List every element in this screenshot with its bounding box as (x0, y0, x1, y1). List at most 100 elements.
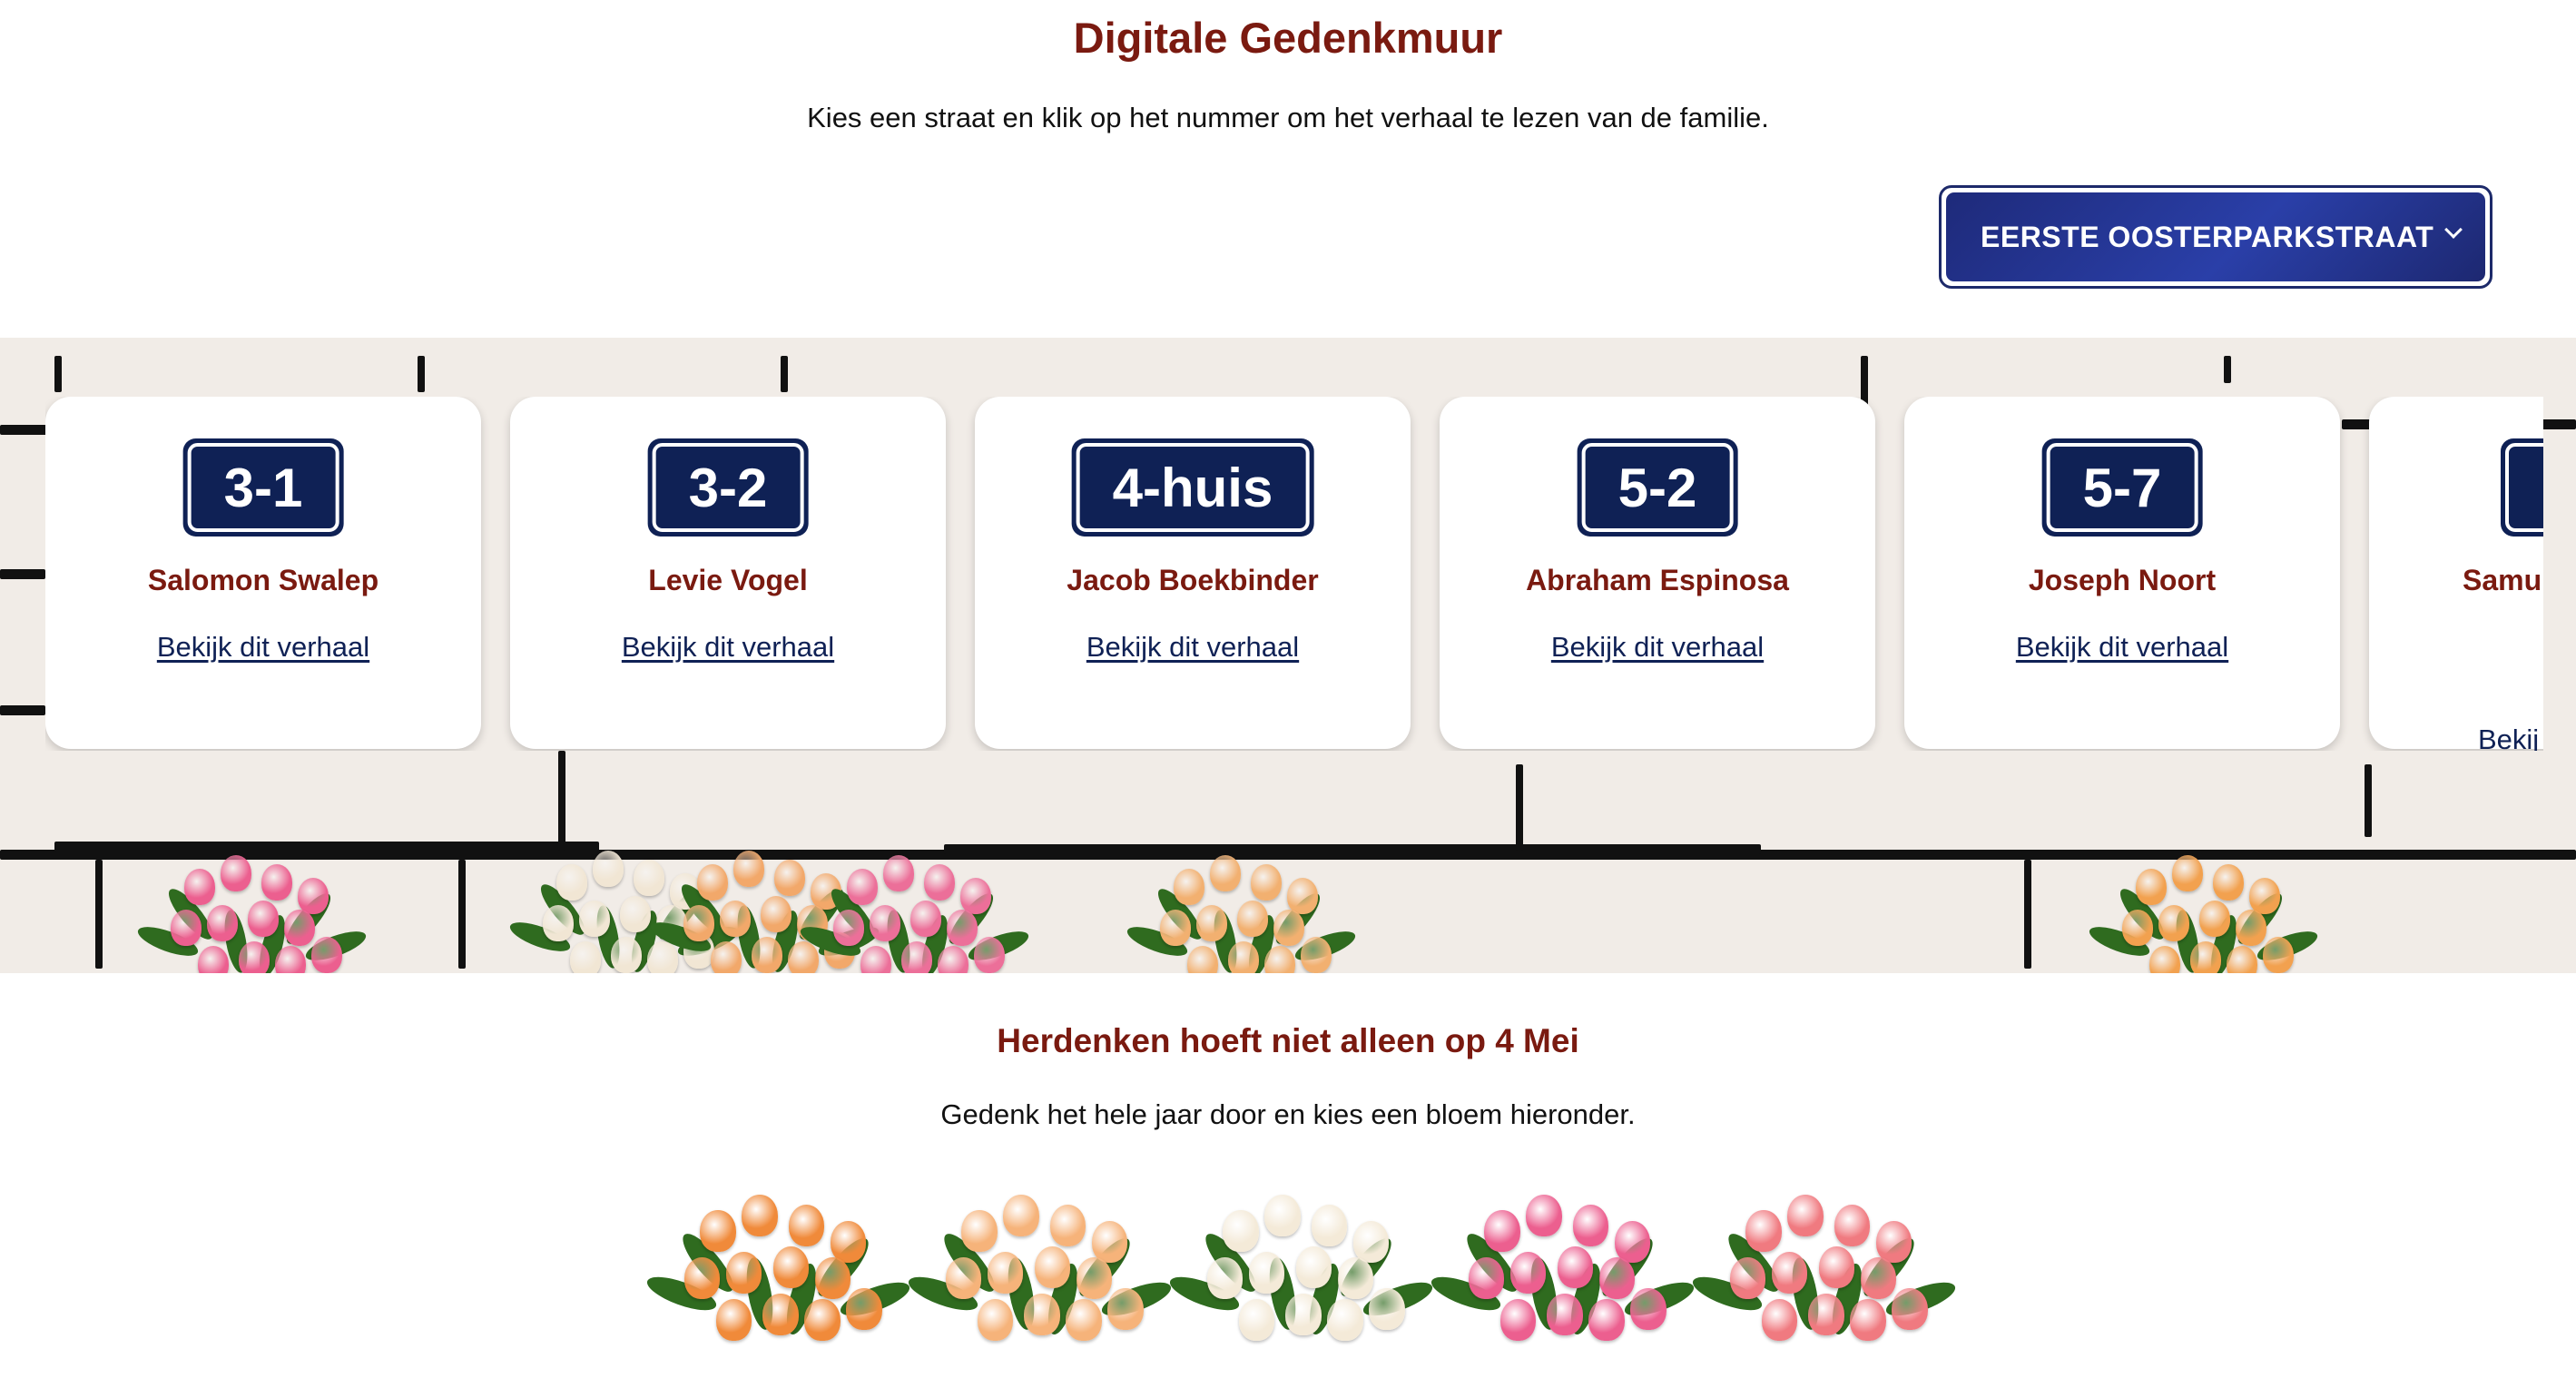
tulip-head (634, 860, 664, 896)
view-story-link[interactable]: Bekijk dit verhaal (1904, 631, 2340, 664)
street-select-value: EERSTE OOSTERPARKSTRAAT (1981, 220, 2434, 253)
rose-tulip-bouquet-icon[interactable] (1688, 1171, 1959, 1389)
tulip-head (946, 1256, 982, 1299)
house-cards-carousel[interactable]: 3-1 Salomon Swalep Bekijk dit verhaal 3-… (45, 397, 2543, 751)
family-name: Salomon Swalep (147, 564, 379, 596)
tulip-head (171, 910, 202, 946)
tulip-head (1187, 946, 1218, 973)
brick-joint (2024, 860, 2031, 969)
tulip-head (1273, 910, 1304, 946)
tulip-head (1237, 901, 1268, 937)
tulip-head (1312, 1205, 1348, 1247)
family-name: Samu (2463, 564, 2542, 596)
view-story-link[interactable]: Bekij (2478, 724, 2539, 751)
tulip-head (789, 1205, 825, 1247)
house-number-sign[interactable]: 4-huis (1071, 438, 1314, 537)
brick-joint (781, 356, 788, 392)
tulip-head (311, 937, 342, 973)
peach-tulip-bouquet-icon[interactable] (904, 1171, 1175, 1389)
tulip-head (184, 869, 215, 905)
tulip-head (938, 946, 968, 973)
tulip-head (1207, 1256, 1244, 1299)
tulip-head (1860, 1256, 1897, 1299)
tulip-head (947, 910, 978, 946)
tulip-head (761, 896, 791, 932)
brick-joint (1516, 764, 1523, 851)
tulip-head (752, 937, 782, 973)
brick-joint (54, 356, 62, 392)
orange-tulip-bouquet-icon[interactable] (643, 1171, 913, 1389)
tulip-head (1107, 1288, 1144, 1331)
house-number-sign[interactable]: 5-7 (2041, 438, 2203, 537)
tulip-head (720, 901, 751, 937)
tulip-head (1285, 1294, 1322, 1335)
tulip-head (275, 946, 306, 973)
white-tulip-bouquet-icon[interactable] (1165, 1171, 1436, 1389)
house-number-sign[interactable]: 1 (2501, 438, 2543, 537)
tulip-head (298, 878, 329, 914)
tulip-head (715, 1298, 752, 1341)
tulip-head (870, 905, 900, 941)
tulip-head (221, 855, 251, 891)
brick-joint (418, 356, 425, 392)
street-select-field[interactable]: EERSTE OOSTERPARKSTRAAT (1946, 192, 2485, 281)
house-card-partial[interactable]: 1 Samu Bekij (2369, 397, 2543, 751)
house-card[interactable]: 3-1 Salomon Swalep Bekijk dit verhaal (45, 397, 481, 749)
tulip-head (762, 1294, 799, 1335)
house-number-sign[interactable]: 3-1 (182, 438, 344, 537)
tulip-head (1630, 1288, 1667, 1331)
tulip-head (742, 1194, 778, 1236)
brick-joint (2365, 764, 2372, 837)
pink-tulip-bouquet-icon[interactable] (1427, 1171, 1697, 1389)
tulip-head (733, 851, 764, 887)
tulip-head (1210, 855, 1241, 891)
tulip-head (1876, 1220, 1912, 1263)
flowers-section-subtitle: Gedenk het hele jaar door en kies een bl… (940, 1098, 1636, 1130)
view-story-link[interactable]: Bekijk dit verhaal (1440, 631, 1875, 664)
tulip-head (1808, 1294, 1844, 1335)
view-story-link[interactable]: Bekijk dit verhaal (975, 631, 1411, 664)
tulip-head (1174, 869, 1204, 905)
tulip-head (683, 905, 714, 941)
tulip-head (1818, 1246, 1855, 1289)
tulip-head (684, 1256, 721, 1299)
tulip-head (1892, 1288, 1928, 1331)
tulip-head (1598, 1256, 1636, 1299)
house-number-sign[interactable]: 3-2 (647, 438, 809, 537)
tulip-head (1772, 1252, 1808, 1294)
tulip-head (1787, 1194, 1824, 1236)
tulip-head (1745, 1210, 1782, 1252)
tulip-head (2158, 905, 2189, 941)
brick-line (0, 705, 45, 715)
house-number-sign[interactable]: 5-2 (1577, 438, 1738, 537)
family-name: Abraham Espinosa (1526, 564, 1789, 596)
tulip-head (1160, 910, 1191, 946)
view-story-link[interactable]: Bekijk dit verhaal (510, 631, 946, 664)
flowers-section-title: Herdenken hoeft niet alleen op 4 Mei (997, 1022, 1579, 1059)
tulip-head (883, 855, 914, 891)
tulip-head (772, 1246, 810, 1289)
tulip-head (814, 1256, 851, 1299)
tulip-head (1588, 1298, 1625, 1341)
house-card[interactable]: 5-2 Abraham Espinosa Bekijk dit verhaal (1440, 397, 1875, 749)
house-card[interactable]: 4-huis Jacob Boekbinder Bekijk dit verha… (975, 397, 1411, 749)
brick-joint (2224, 356, 2231, 383)
tulip-head (804, 1298, 841, 1341)
view-story-link[interactable]: Bekijk dit verhaal (45, 631, 481, 664)
tulip-head (988, 1252, 1024, 1294)
family-name: Jacob Boekbinder (1067, 564, 1319, 596)
house-card[interactable]: 3-2 Levie Vogel Bekijk dit verhaal (510, 397, 946, 749)
street-select[interactable]: EERSTE OOSTERPARKSTRAAT (1939, 185, 2492, 289)
tulip-head (2227, 946, 2257, 973)
house-card[interactable]: 5-7 Joseph Noort Bekijk dit verhaal (1904, 397, 2340, 749)
tulip-head (2249, 878, 2280, 914)
tulip-head (700, 1210, 736, 1252)
tulip-head (2190, 941, 2221, 973)
tulip-head (847, 869, 878, 905)
tulip-head (1301, 937, 1332, 973)
tulip-head (1092, 1220, 1128, 1263)
tulip-head (1557, 1246, 1594, 1289)
tulip-head (1850, 1298, 1886, 1341)
tulip-head (1034, 1246, 1071, 1289)
family-name: Levie Vogel (648, 564, 808, 596)
